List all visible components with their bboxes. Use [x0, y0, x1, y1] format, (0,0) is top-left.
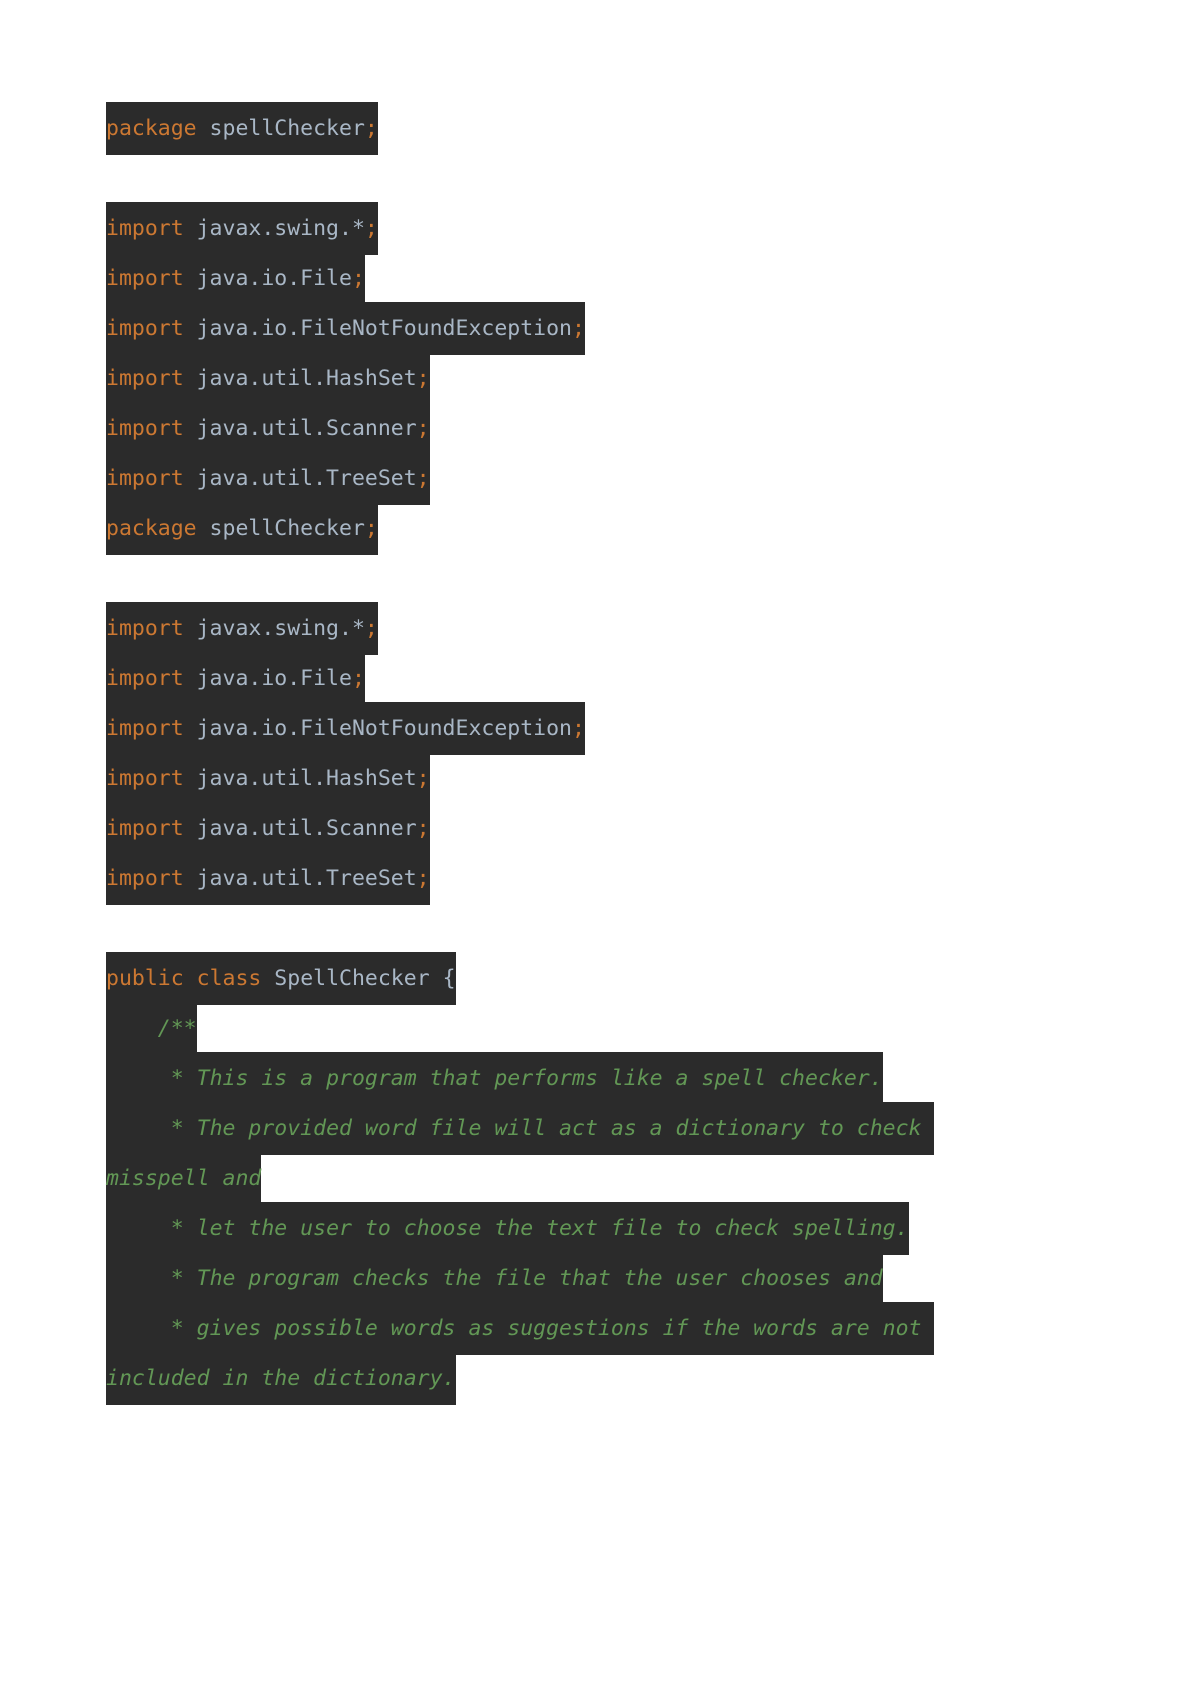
code-line-import-8: import java.io.File; [106, 652, 1006, 705]
import-path-swing: javax.swing.* [183, 616, 365, 641]
import-path-hashset: java.util.HashSet [183, 366, 417, 391]
keyword-class: class [196, 966, 262, 991]
code-line-import-6: import java.util.TreeSet; [106, 452, 1006, 505]
keyword-public: public [106, 966, 184, 991]
semicolon: ; [364, 616, 378, 641]
semicolon: ; [351, 266, 365, 291]
block-gap-1 [106, 154, 1006, 204]
code-line-javadoc-5: * gives possible words as suggestions if… [106, 1302, 1006, 1405]
block-gap-3 [106, 904, 1006, 954]
semicolon: ; [416, 866, 430, 891]
javadoc-text-5: * gives possible words as suggestions if… [106, 1302, 935, 1405]
semicolon: ; [416, 766, 430, 791]
keyword-import: import [106, 816, 184, 841]
block-gap-2 [106, 554, 1006, 604]
keyword-import: import [106, 266, 184, 291]
code-line-import-5: import java.util.Scanner; [106, 402, 1006, 455]
javadoc-text-3: * let the user to choose the text file t… [106, 1202, 909, 1255]
semicolon: ; [416, 816, 430, 841]
code-line-import-10: import java.util.HashSet; [106, 752, 1006, 805]
semicolon: ; [351, 666, 365, 691]
import-path-filenotfoundexception: java.io.FileNotFoundException [183, 716, 572, 741]
code-block-class: public class SpellChecker { /** * This i… [106, 952, 1006, 1405]
semicolon: ; [572, 716, 585, 741]
javadoc-text-2: * The provided word file will act as a d… [106, 1102, 935, 1205]
code-line-javadoc-4: * The program checks the file that the u… [106, 1252, 1006, 1305]
package-name: spellChecker [196, 116, 365, 141]
code-line-import-9: import java.io.FileNotFoundException; [106, 702, 1006, 755]
semicolon: ; [416, 416, 430, 441]
package-name: spellChecker [196, 516, 365, 541]
code-block-imports-1: import javax.swing.*; import java.io.Fil… [106, 202, 1006, 555]
import-path-file: java.io.File [183, 666, 352, 691]
semicolon: ; [364, 516, 378, 541]
code-line-javadoc-1: * This is a program that performs like a… [106, 1052, 1006, 1105]
keyword-import: import [106, 216, 184, 241]
code-line-import-11: import java.util.Scanner; [106, 802, 1006, 855]
code-line-package-2: package spellChecker; [106, 502, 1006, 555]
javadoc-text-4: * The program checks the file that the u… [106, 1252, 883, 1305]
import-path-treeset: java.util.TreeSet [183, 866, 417, 891]
keyword-import: import [106, 666, 184, 691]
code-block-imports-2: import javax.swing.*; import java.io.Fil… [106, 602, 1006, 905]
semicolon: ; [416, 366, 430, 391]
import-path-hashset: java.util.HashSet [183, 766, 417, 791]
class-name: SpellChecker { [261, 966, 456, 991]
keyword-import: import [106, 866, 184, 891]
code-line-import-4: import java.util.HashSet; [106, 352, 1006, 405]
keyword-import: import [106, 416, 184, 441]
import-path-filenotfoundexception: java.io.FileNotFoundException [183, 316, 572, 341]
code-line-import-2: import java.io.File; [106, 252, 1006, 305]
code-line-import-7: import javax.swing.*; [106, 602, 1006, 655]
code-line-import-12: import java.util.TreeSet; [106, 852, 1006, 905]
keyword-import: import [106, 366, 184, 391]
code-line-javadoc-2: * The provided word file will act as a d… [106, 1102, 1006, 1205]
import-path-treeset: java.util.TreeSet [183, 466, 417, 491]
keyword-class-space [184, 966, 197, 991]
code-block-package-1: package spellChecker; [106, 102, 1006, 155]
keyword-import: import [106, 616, 184, 641]
semicolon: ; [572, 316, 585, 341]
code-line-class-decl: public class SpellChecker { [106, 952, 1006, 1005]
javadoc-text-1: * This is a program that performs like a… [106, 1052, 883, 1105]
keyword-import: import [106, 766, 184, 791]
semicolon: ; [416, 466, 430, 491]
keyword-import: import [106, 466, 184, 491]
import-path-scanner: java.util.Scanner [183, 816, 417, 841]
code-line-package-1: package spellChecker; [106, 102, 1006, 155]
code-line-javadoc-open: /** [106, 1002, 1006, 1055]
keyword-import: import [106, 716, 184, 741]
semicolon: ; [364, 216, 378, 241]
keyword-import: import [106, 316, 184, 341]
keyword-package: package [106, 516, 197, 541]
import-path-file: java.io.File [183, 266, 352, 291]
code-listing: package spellChecker; import javax.swing… [106, 102, 1006, 1405]
semicolon: ; [364, 116, 378, 141]
code-line-import-3: import java.io.FileNotFoundException; [106, 302, 1006, 355]
import-path-scanner: java.util.Scanner [183, 416, 417, 441]
keyword-package: package [106, 116, 197, 141]
code-line-import-1: import javax.swing.*; [106, 202, 1006, 255]
document-page: package spellChecker; import javax.swing… [0, 0, 1200, 1697]
import-path-swing: javax.swing.* [183, 216, 365, 241]
code-line-javadoc-3: * let the user to choose the text file t… [106, 1202, 1006, 1255]
javadoc-open: /** [106, 1002, 197, 1055]
